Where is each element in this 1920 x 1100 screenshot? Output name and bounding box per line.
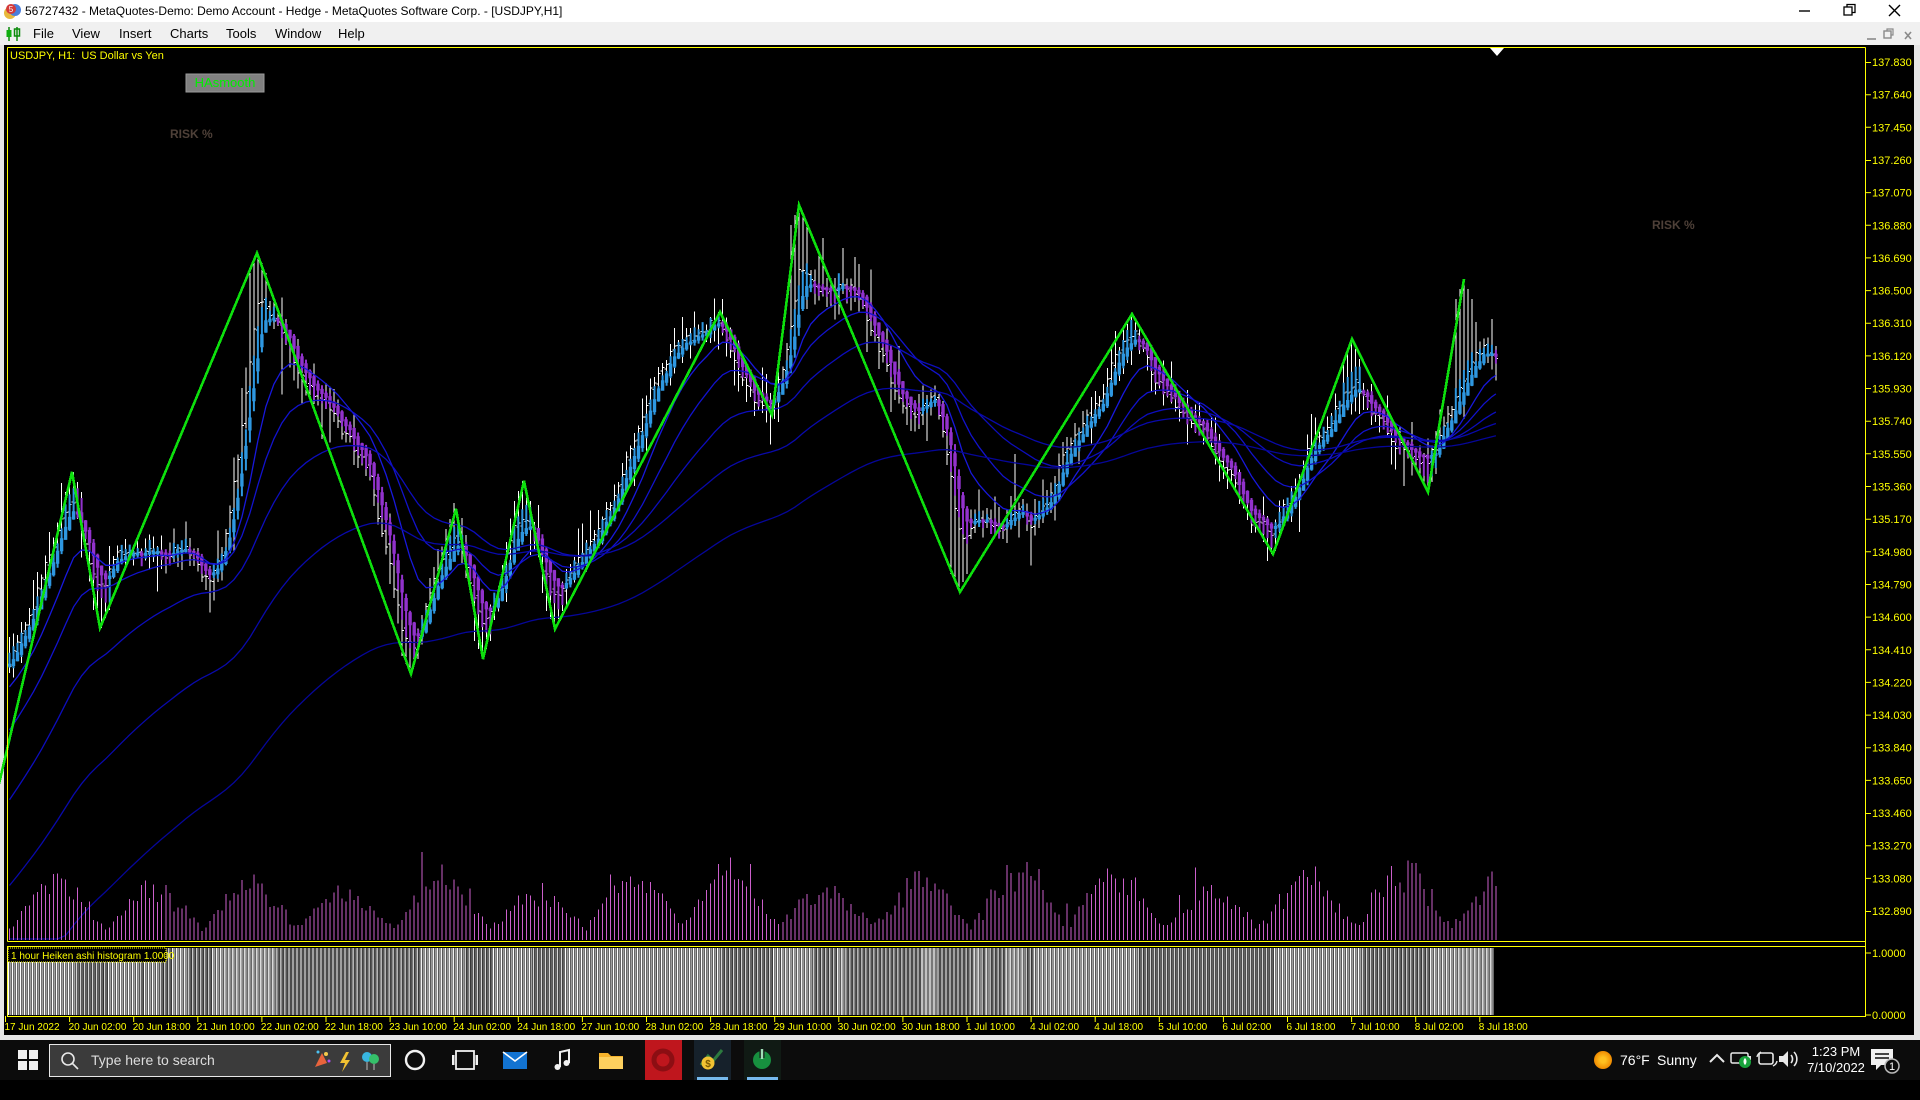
svg-text:134.410: 134.410	[1872, 645, 1912, 657]
svg-text:135.170: 135.170	[1872, 514, 1912, 526]
svg-text:22 Jun 02:00: 22 Jun 02:00	[261, 1022, 319, 1033]
svg-text:$: $	[705, 1059, 711, 1070]
svg-text:8 Jul 02:00: 8 Jul 02:00	[1415, 1022, 1464, 1033]
svg-text:136.690: 136.690	[1872, 253, 1912, 265]
svg-text:135.360: 135.360	[1872, 482, 1912, 494]
svg-text:6 Jul 18:00: 6 Jul 18:00	[1287, 1022, 1336, 1033]
svg-text:133.270: 133.270	[1872, 841, 1912, 853]
svg-text:23 Jun 10:00: 23 Jun 10:00	[389, 1022, 447, 1033]
svg-text:0.0000: 0.0000	[1872, 1010, 1906, 1022]
svg-text:134.030: 134.030	[1872, 710, 1912, 722]
svg-text:29 Jun 10:00: 29 Jun 10:00	[774, 1022, 832, 1033]
svg-text:133.460: 133.460	[1872, 808, 1912, 820]
svg-text:HAsmooth: HAsmooth	[195, 75, 256, 90]
svg-text:1.0000: 1.0000	[1872, 948, 1906, 960]
svg-text:1 Jul 10:00: 1 Jul 10:00	[966, 1022, 1015, 1033]
svg-text:5 Jul 10:00: 5 Jul 10:00	[1158, 1022, 1207, 1033]
svg-text:137.260: 137.260	[1872, 155, 1912, 167]
svg-text:134.600: 134.600	[1872, 612, 1912, 624]
svg-text:136.120: 136.120	[1872, 351, 1912, 363]
svg-text:137.070: 137.070	[1872, 188, 1912, 200]
svg-text:22 Jun 18:00: 22 Jun 18:00	[325, 1022, 383, 1033]
svg-text:1 hour Heiken ashi histogram 1: 1 hour Heiken ashi histogram 1.0000	[11, 951, 175, 962]
svg-text:133.650: 133.650	[1872, 775, 1912, 787]
svg-text:27 Jun 10:00: 27 Jun 10:00	[581, 1022, 639, 1033]
svg-text:21 Jun 10:00: 21 Jun 10:00	[197, 1022, 255, 1033]
svg-text:133.080: 133.080	[1872, 873, 1912, 885]
svg-text:137.830: 137.830	[1872, 57, 1912, 69]
svg-text:136.880: 136.880	[1872, 220, 1912, 232]
svg-text:135.930: 135.930	[1872, 384, 1912, 396]
svg-text:20 Jun 02:00: 20 Jun 02:00	[69, 1022, 127, 1033]
svg-text:6 Jul 02:00: 6 Jul 02:00	[1222, 1022, 1271, 1033]
svg-text:7 Jul 10:00: 7 Jul 10:00	[1351, 1022, 1400, 1033]
svg-text:1: 1	[1889, 1061, 1895, 1073]
svg-text:8 Jul 18:00: 8 Jul 18:00	[1479, 1022, 1528, 1033]
svg-text:24 Jun 02:00: 24 Jun 02:00	[453, 1022, 511, 1033]
svg-text:137.640: 137.640	[1872, 90, 1912, 102]
svg-text:134.220: 134.220	[1872, 677, 1912, 689]
svg-text:136.500: 136.500	[1872, 286, 1912, 298]
svg-text:24 Jun 18:00: 24 Jun 18:00	[517, 1022, 575, 1033]
svg-text:30 Jun 18:00: 30 Jun 18:00	[902, 1022, 960, 1033]
svg-text:4 Jul 18:00: 4 Jul 18:00	[1094, 1022, 1143, 1033]
svg-text:28 Jun 18:00: 28 Jun 18:00	[710, 1022, 768, 1033]
svg-text:17 Jun 2022: 17 Jun 2022	[5, 1022, 60, 1033]
svg-text:135.740: 135.740	[1872, 416, 1912, 428]
svg-text:136.310: 136.310	[1872, 318, 1912, 330]
svg-text:5: 5	[9, 5, 14, 14]
svg-text:USDJPY, H1: US Dollar vs Yen: USDJPY, H1: US Dollar vs Yen	[10, 50, 164, 62]
svg-text:RISK %: RISK %	[1652, 218, 1695, 232]
svg-text:30 Jun 02:00: 30 Jun 02:00	[838, 1022, 896, 1033]
svg-text:RISK %: RISK %	[170, 127, 213, 141]
svg-text:133.840: 133.840	[1872, 743, 1912, 755]
svg-text:137.450: 137.450	[1872, 122, 1912, 134]
svg-text:134.790: 134.790	[1872, 580, 1912, 592]
svg-text:134.980: 134.980	[1872, 547, 1912, 559]
svg-text:132.890: 132.890	[1872, 906, 1912, 918]
svg-text:135.550: 135.550	[1872, 449, 1912, 461]
svg-text:20 Jun 18:00: 20 Jun 18:00	[133, 1022, 191, 1033]
svg-text:4 Jul 02:00: 4 Jul 02:00	[1030, 1022, 1079, 1033]
svg-text:28 Jun 02:00: 28 Jun 02:00	[646, 1022, 704, 1033]
